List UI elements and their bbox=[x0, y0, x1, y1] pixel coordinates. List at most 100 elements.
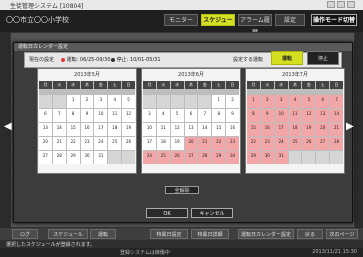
cancel-button[interactable]: キャンセル bbox=[191, 208, 233, 218]
calendar-day[interactable]: 16 bbox=[226, 123, 239, 136]
calendar-day[interactable]: 20 bbox=[316, 123, 330, 136]
calendar-day[interactable]: 13 bbox=[316, 109, 330, 122]
calendar-day[interactable]: 1 bbox=[212, 95, 226, 108]
calendar-day[interactable]: 15 bbox=[66, 123, 80, 136]
calendar-day[interactable]: 19 bbox=[170, 137, 184, 150]
mode-run-button[interactable]: 運転 bbox=[271, 51, 303, 65]
calendar-day[interactable]: 2 bbox=[80, 95, 94, 108]
calendar-day[interactable]: 5 bbox=[302, 95, 316, 108]
calendar-day[interactable]: 30 bbox=[260, 151, 274, 164]
special-day-detail-button[interactable]: 特異日詳細 bbox=[191, 229, 229, 239]
calendar-day[interactable]: 18 bbox=[288, 123, 302, 136]
calendar-day[interactable]: 28 bbox=[330, 137, 343, 150]
calendar-day[interactable]: 21 bbox=[52, 137, 66, 150]
calendar-day[interactable]: 28 bbox=[52, 151, 66, 164]
calendar-day[interactable]: 8 bbox=[212, 109, 226, 122]
close-button[interactable] bbox=[347, 1, 355, 8]
calendar-day[interactable]: 14 bbox=[330, 109, 343, 122]
calendar-day[interactable]: 9 bbox=[226, 109, 239, 122]
calendar-day[interactable]: 5 bbox=[170, 109, 184, 122]
mode-switch-button[interactable]: 操作モード切替 bbox=[311, 14, 357, 26]
calendar-settings-button[interactable]: 運転日カレンダー設定 bbox=[238, 229, 294, 239]
calendar-day[interactable]: 11 bbox=[156, 123, 170, 136]
calendar-day[interactable]: 10 bbox=[94, 109, 108, 122]
calendar-day[interactable]: 16 bbox=[80, 123, 94, 136]
calendar-day[interactable]: 1 bbox=[66, 95, 80, 108]
calendar-day[interactable]: 11 bbox=[108, 109, 122, 122]
calendar-day[interactable]: 10 bbox=[143, 123, 156, 136]
calendar-day[interactable]: 18 bbox=[108, 123, 122, 136]
calendar-day[interactable]: 11 bbox=[288, 109, 302, 122]
calendar-day[interactable]: 4 bbox=[108, 95, 122, 108]
tab-monitor[interactable]: モニター bbox=[164, 14, 198, 26]
calendar-day[interactable]: 22 bbox=[66, 137, 80, 150]
calendar-day[interactable]: 2 bbox=[260, 95, 274, 108]
calendar-day[interactable]: 20 bbox=[184, 137, 198, 150]
calendar-day[interactable]: 26 bbox=[122, 137, 135, 150]
calendar-day[interactable]: 29 bbox=[247, 151, 260, 164]
calendar-day[interactable]: 24 bbox=[143, 151, 156, 164]
next-page-button[interactable]: 次のページ bbox=[326, 229, 358, 239]
calendar-day[interactable]: 26 bbox=[302, 137, 316, 150]
calendar-day[interactable]: 17 bbox=[94, 123, 108, 136]
calendar-day[interactable]: 16 bbox=[260, 123, 274, 136]
calendar-day[interactable]: 24 bbox=[274, 137, 288, 150]
calendar-day[interactable]: 27 bbox=[184, 151, 198, 164]
calendar-day[interactable]: 30 bbox=[80, 151, 94, 164]
calendar-day[interactable]: 7 bbox=[198, 109, 212, 122]
log-button[interactable]: ログ bbox=[12, 229, 38, 239]
calendar-day[interactable]: 12 bbox=[170, 123, 184, 136]
calendar-day[interactable]: 12 bbox=[302, 109, 316, 122]
calendar-day[interactable]: 22 bbox=[212, 137, 226, 150]
ok-button[interactable]: OK bbox=[146, 208, 188, 218]
calendar-day[interactable]: 6 bbox=[39, 109, 52, 122]
tab-alarm-history[interactable]: アラーム履歴 bbox=[238, 14, 272, 36]
calendar-day[interactable]: 15 bbox=[212, 123, 226, 136]
calendar-day[interactable]: 8 bbox=[66, 109, 80, 122]
calendar-day[interactable]: 27 bbox=[39, 151, 52, 164]
calendar-day[interactable]: 7 bbox=[52, 109, 66, 122]
calendar-day[interactable]: 25 bbox=[288, 137, 302, 150]
calendar-day[interactable]: 21 bbox=[198, 137, 212, 150]
calendar-day[interactable]: 14 bbox=[198, 123, 212, 136]
calendar-day[interactable]: 29 bbox=[212, 151, 226, 164]
calendar-day[interactable]: 6 bbox=[316, 95, 330, 108]
calendar-day[interactable]: 19 bbox=[122, 123, 135, 136]
maximize-button[interactable] bbox=[337, 1, 345, 8]
calendar-day[interactable]: 30 bbox=[226, 151, 239, 164]
calendar-day[interactable]: 9 bbox=[80, 109, 94, 122]
calendar-day[interactable]: 8 bbox=[247, 109, 260, 122]
calendar-day[interactable]: 21 bbox=[330, 123, 343, 136]
calendar-day[interactable]: 10 bbox=[274, 109, 288, 122]
calendar-day[interactable]: 25 bbox=[156, 151, 170, 164]
calendar-day[interactable]: 3 bbox=[274, 95, 288, 108]
calendar-day[interactable]: 22 bbox=[247, 137, 260, 150]
calendar-day[interactable]: 3 bbox=[94, 95, 108, 108]
calendar-day[interactable]: 15 bbox=[247, 123, 260, 136]
minimize-button[interactable] bbox=[327, 1, 335, 8]
calendar-day[interactable]: 5 bbox=[122, 95, 135, 108]
calendar-day[interactable]: 12 bbox=[122, 109, 135, 122]
calendar-day[interactable]: 29 bbox=[66, 151, 80, 164]
calendar-day[interactable]: 4 bbox=[156, 109, 170, 122]
calendar-day[interactable]: 3 bbox=[143, 109, 156, 122]
calendar-day[interactable]: 23 bbox=[260, 137, 274, 150]
back-button[interactable]: 戻る bbox=[297, 229, 323, 239]
calendar-day[interactable]: 4 bbox=[288, 95, 302, 108]
next-month-arrow-icon[interactable]: ▶ bbox=[346, 121, 354, 132]
calendar-day[interactable]: 28 bbox=[198, 151, 212, 164]
calendar-day[interactable]: 19 bbox=[302, 123, 316, 136]
tab-settings[interactable]: 設定 bbox=[275, 14, 305, 26]
calendar-day[interactable]: 18 bbox=[156, 137, 170, 150]
calendar-day[interactable]: 13 bbox=[184, 123, 198, 136]
calendar-day[interactable]: 9 bbox=[260, 109, 274, 122]
calendar-day[interactable]: 1 bbox=[247, 95, 260, 108]
calendar-day[interactable]: 31 bbox=[94, 151, 108, 164]
calendar-day[interactable]: 20 bbox=[39, 137, 52, 150]
tab-schedule[interactable]: スケジュール bbox=[201, 14, 235, 36]
calendar-day[interactable]: 2 bbox=[226, 95, 239, 108]
operation-button[interactable]: 運転 bbox=[90, 229, 116, 239]
mode-stop-button[interactable]: 停止 bbox=[307, 51, 339, 65]
special-day-button[interactable]: 特異日設定 bbox=[150, 229, 188, 239]
calendar-day[interactable]: 25 bbox=[108, 137, 122, 150]
